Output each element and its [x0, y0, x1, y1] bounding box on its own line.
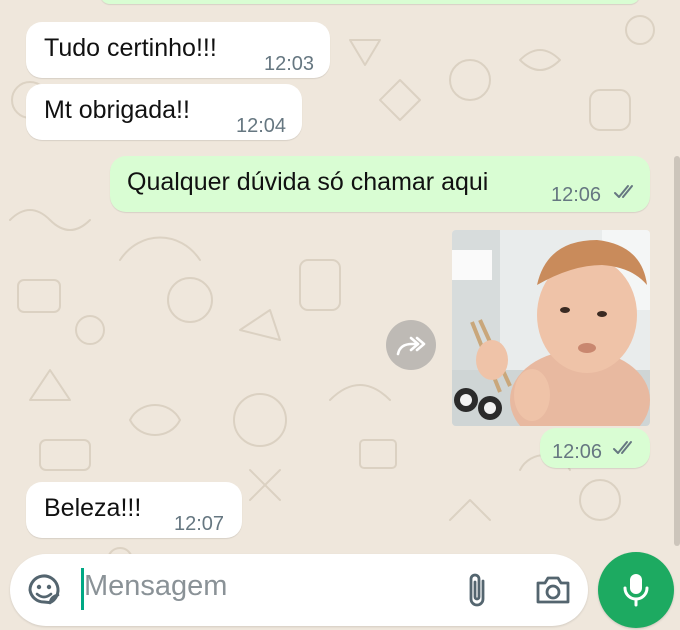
- message-text: Beleza!!!: [44, 494, 142, 522]
- mic-icon: [623, 574, 649, 607]
- message-incoming[interactable]: Beleza!!! 12:07: [26, 482, 242, 538]
- message-text: Qualquer dúvida só chamar aqui: [127, 168, 489, 196]
- previous-message-bubble: [100, 0, 640, 4]
- sticker-icon[interactable]: [26, 572, 62, 608]
- text-cursor: [81, 568, 84, 610]
- message-time: 12:07: [174, 513, 225, 535]
- message-text: Mt obrigada!!: [44, 96, 190, 124]
- forward-icon: [396, 336, 426, 356]
- message-outgoing[interactable]: Qualquer dúvida só chamar aqui 12:06: [110, 156, 650, 212]
- message-incoming[interactable]: Mt obrigada!! 12:04: [26, 84, 302, 140]
- attach-icon[interactable]: [464, 570, 490, 610]
- message-incoming[interactable]: Tudo certinho!!! 12:03: [26, 22, 330, 78]
- message-time: 12:06: [552, 441, 603, 463]
- child-photo-illustration: [452, 230, 650, 426]
- message-time: 12:04: [236, 115, 287, 137]
- message-input[interactable]: Mensagem: [84, 570, 227, 603]
- scrollbar[interactable]: [674, 156, 680, 546]
- chat-area: Tudo certinho!!! 12:03 Mt obrigada!! 12:…: [0, 0, 680, 630]
- message-time: 12:03: [264, 53, 315, 75]
- message-text: Tudo certinho!!!: [44, 34, 217, 62]
- double-check-icon: [614, 185, 633, 198]
- sticker-image[interactable]: [452, 230, 650, 426]
- camera-icon[interactable]: [535, 574, 571, 606]
- mic-button[interactable]: [598, 552, 674, 628]
- forward-button[interactable]: [386, 320, 436, 370]
- double-check-icon: [613, 441, 632, 454]
- message-time: 12:06: [551, 184, 602, 206]
- message-outgoing[interactable]: 12:06: [540, 428, 650, 468]
